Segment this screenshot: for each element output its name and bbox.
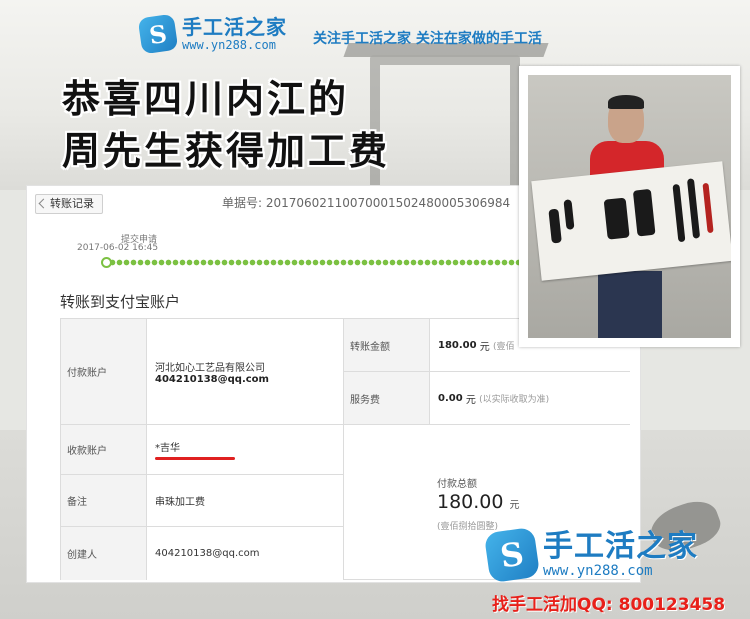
payee-value: *吉华 — [147, 425, 344, 475]
payee-label: 收款账户 — [61, 425, 147, 475]
payee-name: *吉华 — [155, 443, 180, 454]
footer-logo-url: www.yn288.com — [543, 563, 653, 579]
fee-amount: 0.00 — [438, 392, 463, 404]
site-logo[interactable]: S 手工活之家 www.yn288.com — [137, 13, 287, 55]
total-label: 付款总额 — [437, 479, 477, 490]
memo-label: 备注 — [61, 475, 147, 527]
redaction-mark — [155, 457, 235, 460]
memo-value: 串珠加工费 — [147, 475, 344, 527]
transfer-amount-note: (壹佰 — [492, 341, 515, 352]
logo-title: 手工活之家 — [182, 15, 287, 39]
fee-unit: 元 — [465, 394, 476, 406]
header-slogan: 关注手工活之家 关注在家做的手工活 — [313, 31, 542, 47]
logo-url: www.yn288.com — [182, 38, 276, 52]
calligraphy-scroll — [531, 161, 731, 281]
headline-line1: 恭喜四川内江的 — [62, 77, 350, 121]
total-amount-line: 180.00 元 — [437, 491, 520, 513]
transfer-amount-label: 转账金额 — [344, 319, 430, 372]
total-unit: 元 — [509, 500, 520, 511]
progress-track — [102, 259, 542, 266]
footer-logo[interactable]: S 手工活之家 www.yn288.com — [483, 526, 698, 584]
progress-start-dot-icon — [101, 257, 112, 268]
payer-value: 河北如心工艺品有限公司 404210138@qq.com — [147, 319, 344, 425]
fee-label: 服务费 — [344, 372, 430, 425]
worker-photo — [519, 66, 740, 347]
payer-email: 404210138@qq.com — [155, 373, 269, 385]
fee-note: (以实际收取为准) — [479, 394, 550, 405]
photo-scene — [528, 75, 731, 338]
total-amount: 180.00 — [437, 491, 504, 513]
creator-value: 404210138@qq.com — [147, 527, 344, 580]
payer-company: 河北如心工艺品有限公司 — [155, 362, 265, 374]
footer-logo-badge-icon: S — [483, 526, 541, 584]
footer-logo-title: 手工活之家 — [543, 529, 698, 564]
creator-label: 创建人 — [61, 527, 147, 580]
transfer-records-button[interactable]: 转账记录 — [35, 194, 103, 214]
logo-badge-icon: S — [137, 13, 179, 55]
background-pavilion — [370, 55, 520, 205]
section-title: 转账到支付宝账户 — [60, 293, 181, 311]
contact-qq: 找手工活加QQ: 800123458 — [492, 595, 726, 615]
payer-label: 付款账户 — [61, 319, 147, 425]
headline-line2: 周先生获得加工费 — [62, 129, 391, 173]
transfer-amount-unit: 元 — [479, 341, 490, 353]
fee-value: 0.00 元 (以实际收取为准) — [430, 372, 630, 425]
transfer-amount: 180.00 — [438, 339, 477, 351]
progress-step-time: 2017-06-02 16:45 — [77, 243, 159, 253]
document-number: 单据号: 20170602110070001502480005306984 — [222, 196, 511, 210]
